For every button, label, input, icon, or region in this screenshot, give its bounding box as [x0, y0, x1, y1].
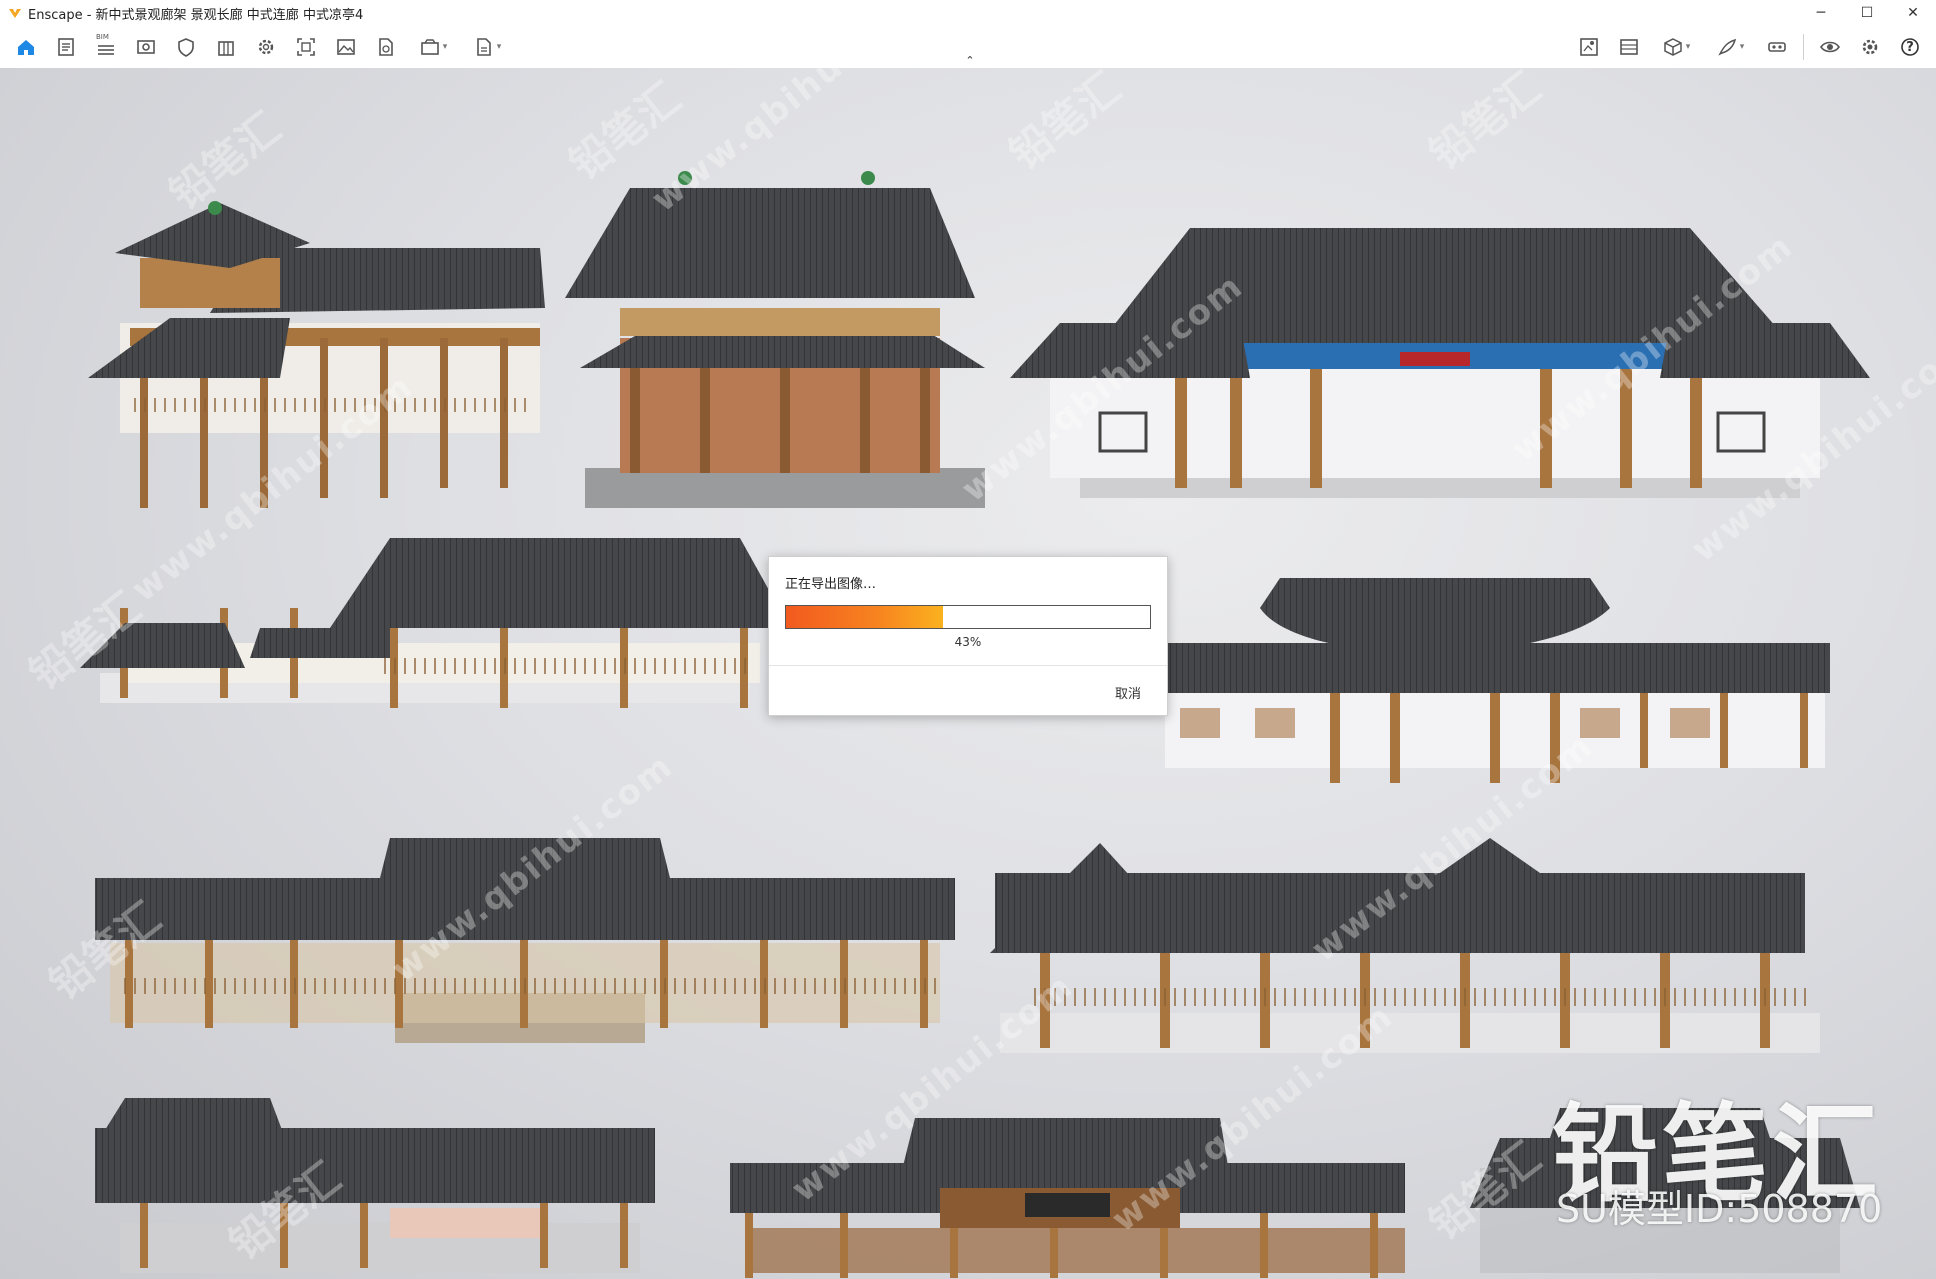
cancel-button[interactable]: 取消	[1111, 681, 1145, 704]
long-corridor-right	[990, 838, 1820, 1053]
main-hall	[565, 171, 985, 508]
eye-icon	[1820, 41, 1840, 53]
help-label: ?	[1906, 39, 1914, 55]
eye-button[interactable]	[1814, 31, 1846, 63]
document-icon	[58, 38, 74, 56]
material-icon	[1620, 39, 1638, 55]
curved-roof-corridor	[1165, 578, 1830, 783]
progress-percent-label: 43%	[954, 635, 982, 649]
window-title: Enscape - 新中式景观廊架 景观长廊 中式连廊 中式凉亭4	[28, 7, 364, 23]
minimize-button[interactable]: ─	[1798, 0, 1844, 26]
export-progress-dialog: 正在导出图像… 43% 取消	[768, 556, 1168, 716]
settings-cog-button[interactable]	[250, 31, 282, 63]
window-controls: ─ ☐ ✕	[1798, 0, 1936, 26]
feather-icon	[1718, 38, 1736, 56]
image-icon	[337, 39, 355, 55]
settings-cog-icon	[258, 39, 274, 55]
pagoda-pavilion	[88, 201, 545, 508]
model-id-label: SU模型ID:508870	[1556, 1187, 1883, 1231]
screenshot-icon	[297, 38, 315, 56]
batch-render-icon	[420, 39, 439, 55]
title-bar: Enscape - 新中式景观廊架 景观长廊 中式连廊 中式凉亭4 ─ ☐ ✕	[0, 0, 1936, 26]
screenshot-button[interactable]	[290, 31, 322, 63]
chevron-down-icon: ▾	[1739, 42, 1745, 52]
long-corridor-left	[95, 838, 955, 1043]
vr-headset-button[interactable]	[1761, 31, 1793, 63]
material-button[interactable]	[1613, 31, 1645, 63]
close-button[interactable]: ✕	[1890, 0, 1936, 26]
gate-hall	[1010, 228, 1870, 498]
cube-icon	[1663, 38, 1682, 56]
home-button[interactable]	[10, 31, 42, 63]
document-button[interactable]	[50, 31, 82, 63]
shield-button[interactable]	[170, 31, 202, 63]
toolbar-right: ▾ ▾ ?	[1569, 26, 1930, 68]
dialog-title: 正在导出图像…	[785, 577, 877, 592]
feather-button[interactable]: ▾	[1707, 31, 1753, 63]
settings-icon	[1862, 39, 1878, 55]
collapse-toolbar-button[interactable]: ⌃	[960, 54, 980, 67]
help-button[interactable]: ?	[1894, 31, 1926, 63]
covered-bridge	[730, 1118, 1405, 1278]
progress-bar-fill	[786, 606, 943, 628]
exe-export-button[interactable]: ▾	[464, 31, 510, 63]
enscape-logo-icon	[9, 9, 21, 18]
exe-export-icon	[476, 38, 491, 56]
home-icon	[18, 40, 34, 55]
image-button[interactable]	[330, 31, 362, 63]
asset-library-button[interactable]	[1573, 31, 1605, 63]
progress-bar	[785, 605, 1151, 629]
building-button[interactable]	[210, 31, 242, 63]
file-export-icon	[379, 38, 393, 56]
toolbar-left: BIM ▾ ▾	[6, 26, 514, 68]
shield-icon	[178, 38, 194, 57]
view-icon	[137, 40, 155, 54]
toolbar-separator	[1803, 34, 1804, 60]
bim-tag: BIM	[96, 33, 109, 41]
chevron-down-icon: ▾	[1685, 42, 1691, 52]
vr-headset-icon	[1768, 42, 1786, 52]
bim-button[interactable]: BIM	[90, 31, 122, 63]
file-export-button[interactable]	[370, 31, 402, 63]
asset-library-icon	[1580, 38, 1598, 56]
corridor-with-gatehouse	[95, 1098, 655, 1273]
batch-render-button[interactable]: ▾	[410, 31, 456, 63]
dialog-divider	[769, 665, 1167, 666]
building-icon	[218, 41, 234, 56]
chevron-down-icon: ▾	[496, 42, 502, 52]
maximize-button[interactable]: ☐	[1844, 0, 1890, 26]
chevron-down-icon: ▾	[442, 42, 448, 52]
cube-button[interactable]: ▾	[1653, 31, 1699, 63]
view-button[interactable]	[130, 31, 162, 63]
corridor-with-pavilion	[80, 538, 790, 708]
settings-button[interactable]	[1854, 31, 1886, 63]
